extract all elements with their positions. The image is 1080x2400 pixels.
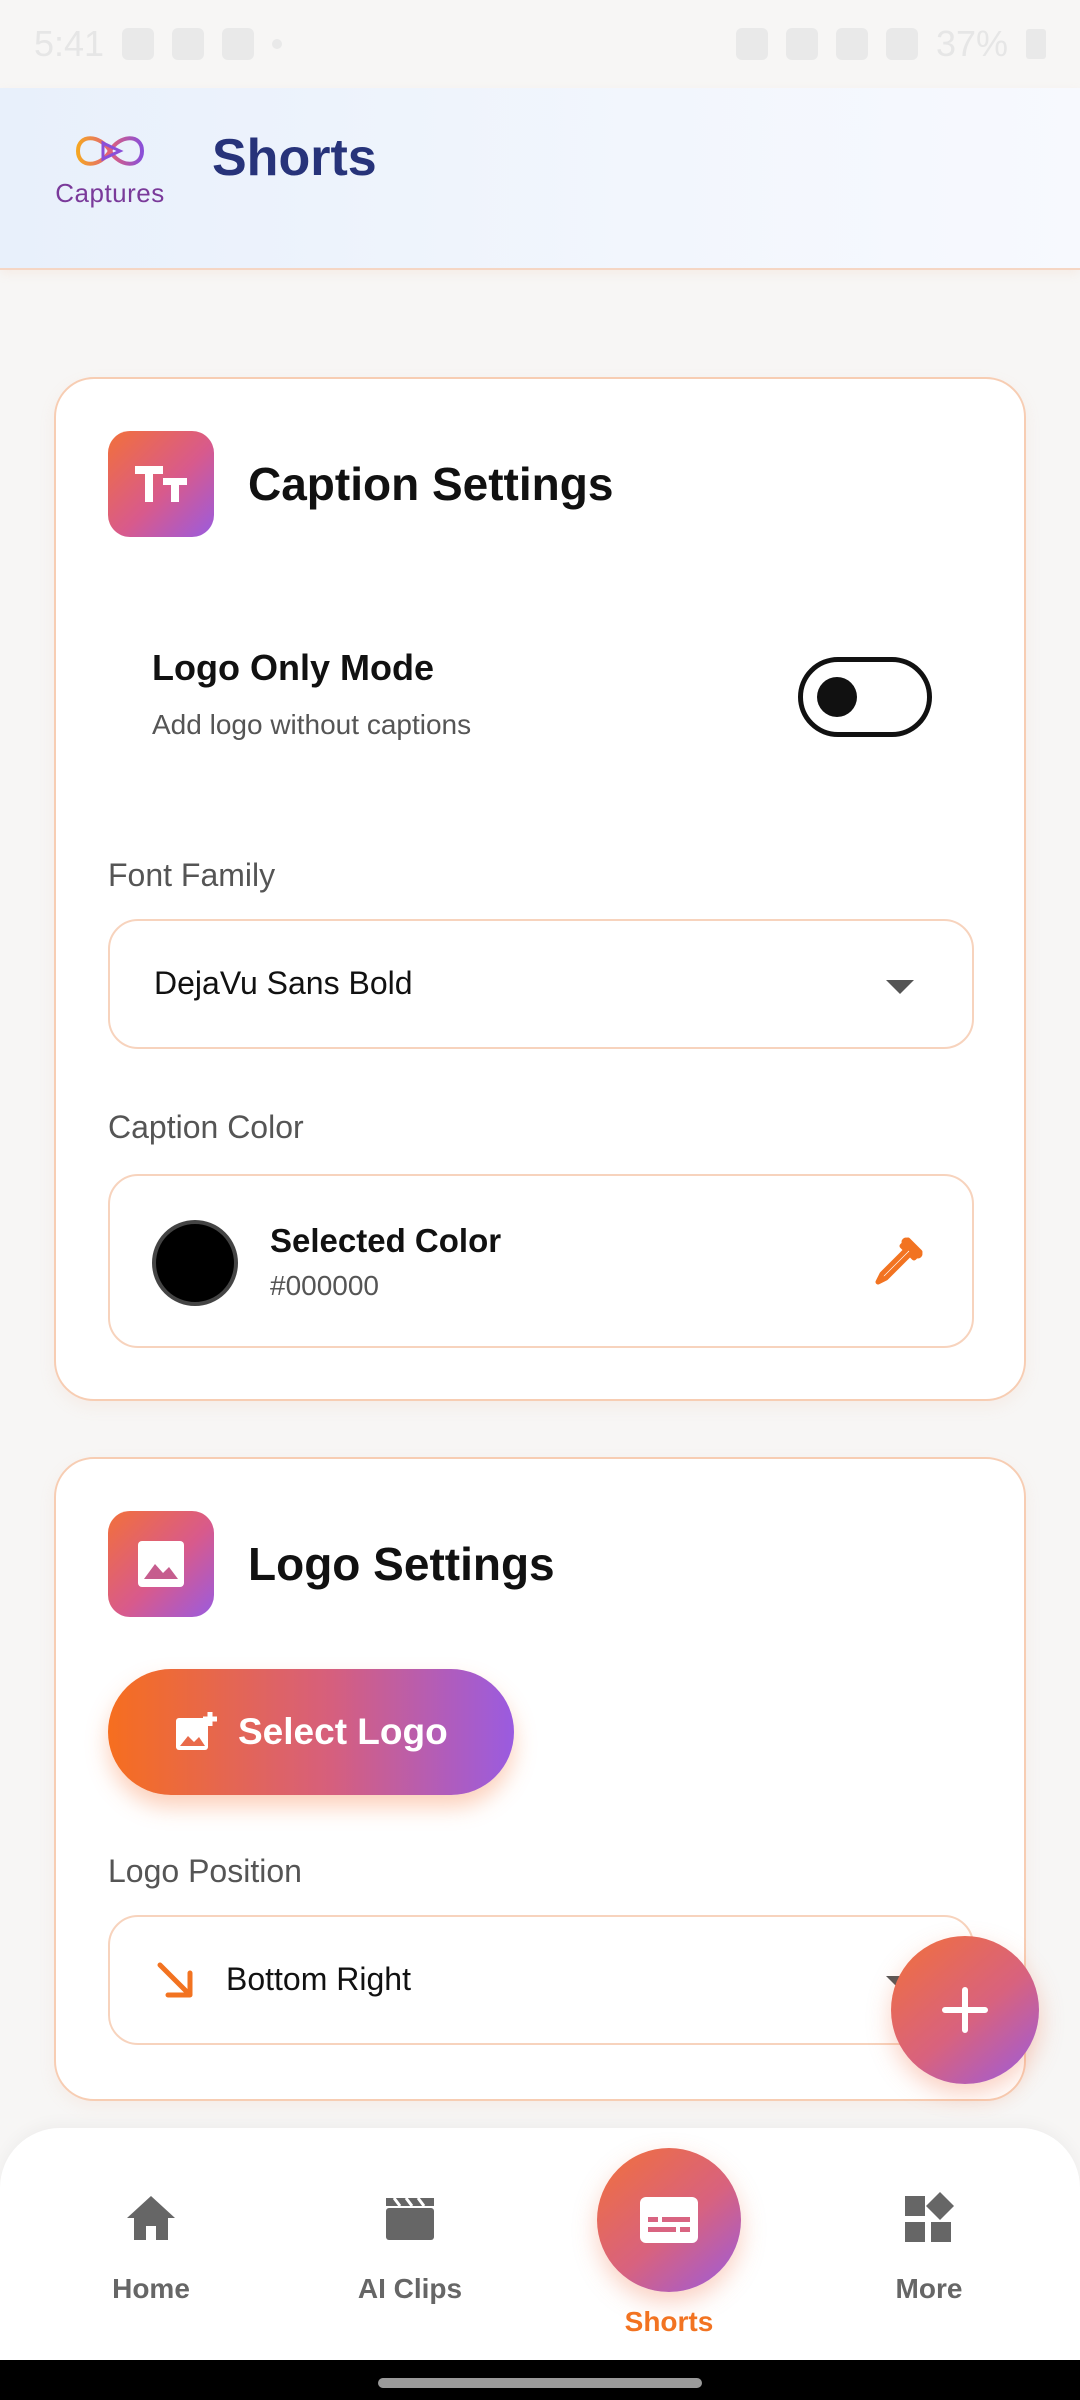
logo-position-value: Bottom Right xyxy=(226,1961,411,1997)
nav-ai-clips-label: AI Clips xyxy=(357,2273,463,2304)
gallery-notification-icon xyxy=(122,28,155,60)
logo-position-dropdown[interactable]: Bottom Right xyxy=(108,1915,974,2045)
wifi-icon xyxy=(785,28,818,60)
widgets-icon xyxy=(905,2192,954,2242)
nav-home[interactable]: Home xyxy=(51,2192,251,2305)
page-title: Shorts xyxy=(212,129,377,187)
nav-more[interactable]: More xyxy=(829,2192,1029,2305)
battery-icon xyxy=(1026,29,1046,59)
subtitles-icon xyxy=(640,2197,698,2243)
image-icon xyxy=(108,1511,214,1617)
plus-icon xyxy=(942,1987,988,2033)
status-right: 37% xyxy=(735,23,1046,65)
logo-only-mode-row: Logo Only Mode Add logo without captions xyxy=(152,647,932,767)
youtube-notification-icon xyxy=(222,28,255,60)
add-fab-button[interactable] xyxy=(891,1936,1039,2084)
font-family-label: Font Family xyxy=(108,857,276,893)
arrow-bottom-right-icon xyxy=(157,1962,193,1998)
caption-settings-card: Caption Settings Logo Only Mode Add logo… xyxy=(54,377,1026,1401)
logo-only-mode-label: Logo Only Mode xyxy=(152,647,434,688)
font-family-dropdown[interactable]: DejaVu Sans Bold xyxy=(108,919,974,1049)
logo-settings-card: Logo Settings Select Logo Logo Position … xyxy=(54,1457,1026,2101)
logo-only-mode-description: Add logo without captions xyxy=(152,709,472,740)
add-photo-icon xyxy=(176,1712,217,1750)
logo-position-label: Logo Position xyxy=(108,1853,302,1889)
bottom-navigation: Home AI Clips Shorts More xyxy=(0,2128,1080,2360)
nav-shorts-active-indicator xyxy=(597,2148,741,2292)
select-logo-button[interactable]: Select Logo xyxy=(108,1669,514,1795)
wifi-calling-icon xyxy=(835,28,868,60)
status-time: 5:41 xyxy=(34,23,105,64)
caption-settings-header: Caption Settings xyxy=(108,431,613,537)
clapperboard-icon xyxy=(386,2197,434,2240)
nav-more-label: More xyxy=(895,2273,963,2304)
caption-color-picker[interactable]: Selected Color #000000 xyxy=(108,1174,974,1348)
selected-color-label: Selected Color xyxy=(270,1222,502,1259)
text-size-icon xyxy=(108,431,214,537)
nav-ai-clips[interactable]: AI Clips xyxy=(310,2192,510,2305)
home-icon xyxy=(127,2196,175,2240)
logo-settings-title: Logo Settings xyxy=(248,1538,555,1590)
brand-logo[interactable]: Captures xyxy=(44,126,176,209)
nav-shorts[interactable]: Shorts xyxy=(569,2148,769,2338)
logo-only-mode-toggle[interactable] xyxy=(798,657,932,737)
caption-color-label: Caption Color xyxy=(108,1109,304,1145)
toggle-knob xyxy=(817,677,857,717)
nav-home-label: Home xyxy=(112,2273,190,2304)
status-bar: 5:41 37% xyxy=(0,0,1080,88)
chevron-down-icon xyxy=(886,980,914,994)
home-indicator[interactable] xyxy=(378,2378,702,2388)
mute-icon xyxy=(735,28,768,60)
nav-shorts-label: Shorts xyxy=(624,2306,714,2337)
more-notifications-icon xyxy=(272,39,283,49)
select-logo-label: Select Logo xyxy=(238,1711,448,1752)
eyedropper-icon[interactable] xyxy=(870,1234,926,1290)
color-swatch xyxy=(152,1220,238,1306)
selected-color-hex: #000000 xyxy=(270,1270,380,1301)
battery-percent: 37% xyxy=(935,23,1008,64)
status-left: 5:41 xyxy=(34,23,283,65)
app-header: Captures Shorts xyxy=(0,88,1080,270)
signal-icon xyxy=(885,28,918,60)
location-notification-icon xyxy=(172,28,205,60)
infinity-logo-icon xyxy=(75,136,145,166)
font-family-value: DejaVu Sans Bold xyxy=(154,965,413,1001)
system-navigation-bar xyxy=(0,2360,1080,2400)
logo-settings-header: Logo Settings xyxy=(108,1511,555,1617)
caption-settings-title: Caption Settings xyxy=(248,458,614,510)
brand-name: Captures xyxy=(55,178,165,208)
